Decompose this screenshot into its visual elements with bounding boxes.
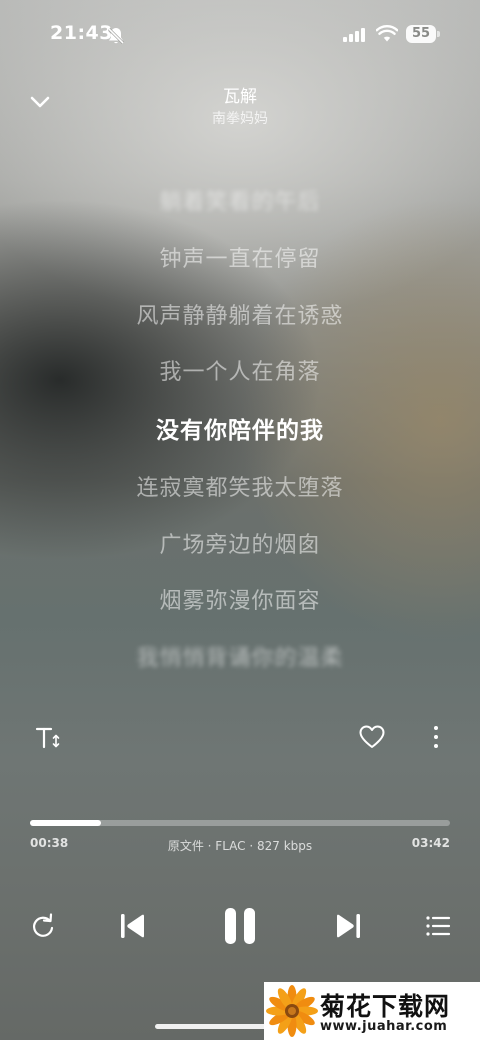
lyric-line[interactable]: 我悄悄背诵你的温柔 xyxy=(0,640,480,672)
lyric-line[interactable]: 广场旁边的烟囱 xyxy=(0,527,480,559)
watermark: 菊花下载网 www.juahar.com xyxy=(264,982,480,1040)
lyric-line[interactable]: 烟雾弥漫你面容 xyxy=(0,583,480,615)
skip-previous-icon[interactable] xyxy=(118,910,148,942)
playlist-icon[interactable] xyxy=(424,913,452,939)
watermark-url: www.juahar.com xyxy=(320,1019,448,1034)
text-size-icon[interactable] xyxy=(34,724,62,752)
repeat-icon[interactable] xyxy=(29,912,57,940)
heart-icon[interactable] xyxy=(358,723,386,751)
pause-icon[interactable] xyxy=(222,906,258,946)
bell-muted-icon xyxy=(107,27,125,45)
status-time: 21:43 xyxy=(50,22,113,44)
lyric-line[interactable]: 钟声一直在停留 xyxy=(0,241,480,273)
battery-tip xyxy=(437,31,440,37)
more-vertical-icon[interactable] xyxy=(426,724,446,750)
lyric-line[interactable]: 我一个人在角落 xyxy=(0,354,480,386)
wifi-icon xyxy=(376,25,398,42)
watermark-title: 菊花下载网 xyxy=(320,992,451,1021)
progress-bar[interactable] xyxy=(30,820,450,826)
lyric-line[interactable]: 连寂寞都笑我太堕落 xyxy=(0,470,480,502)
status-bar: 21:43 55 xyxy=(0,0,480,70)
audio-quality[interactable]: 原文件 · FLAC · 827 kbps xyxy=(0,837,480,854)
progress-fill xyxy=(30,820,102,826)
lyric-line[interactable]: 风声静静躺着在诱惑 xyxy=(0,298,480,330)
cellular-signal-icon xyxy=(343,28,365,42)
total-time: 03:42 xyxy=(411,836,450,850)
lyric-line[interactable]: 躺着笑看的午后 xyxy=(0,184,480,216)
song-title: 瓦解 xyxy=(223,87,257,107)
song-artist[interactable]: 南拳妈妈 xyxy=(0,108,480,128)
skip-next-icon[interactable] xyxy=(333,910,363,942)
battery-indicator: 55 xyxy=(406,25,436,43)
chrysanthemum-logo-icon xyxy=(266,985,318,1037)
current-lyric-line[interactable]: 没有你陪伴的我 xyxy=(0,411,480,445)
